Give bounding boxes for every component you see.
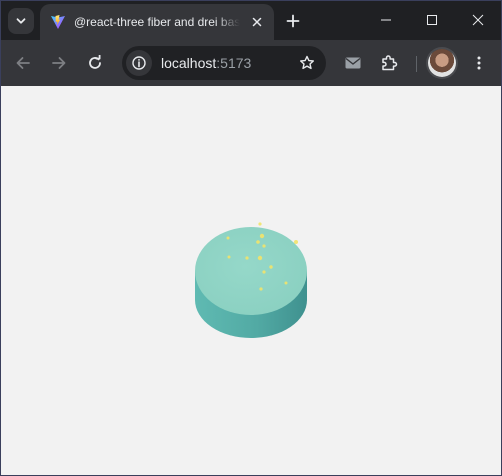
page-viewport[interactable] <box>0 86 502 476</box>
sparkle <box>258 222 262 226</box>
sparkle <box>245 256 249 260</box>
toolbar-divider <box>416 56 417 72</box>
three-canvas[interactable] <box>0 86 502 476</box>
reload-icon <box>89 55 101 69</box>
sparkle <box>227 255 231 259</box>
close-window-icon <box>472 14 484 26</box>
reload-button[interactable] <box>82 50 108 76</box>
maximize-button[interactable] <box>409 0 455 40</box>
profile-avatar[interactable] <box>428 49 456 77</box>
close-tab-button[interactable] <box>250 15 264 29</box>
arrow-right-icon <box>52 57 66 69</box>
url-host: localhost <box>161 55 217 71</box>
sparkle <box>256 240 260 244</box>
url-text: localhost:5173 <box>161 55 251 71</box>
info-icon <box>132 56 146 70</box>
plus-icon <box>286 14 300 28</box>
chevron-down-icon <box>16 18 26 24</box>
extensions-button[interactable] <box>376 50 402 76</box>
sparkle <box>259 287 263 291</box>
arrow-left-icon <box>16 57 30 69</box>
bookmark-button[interactable] <box>298 54 316 72</box>
kebab-menu-icon <box>477 56 481 70</box>
url-port: :5173 <box>216 55 252 71</box>
sparkle <box>262 244 266 248</box>
sparkle <box>259 233 265 239</box>
minimize-icon <box>381 19 391 21</box>
toolbar: localhost:5173 <box>0 40 502 86</box>
sparkle <box>269 265 273 269</box>
browser-menu-button[interactable] <box>466 50 492 76</box>
close-window-button[interactable] <box>455 0 501 40</box>
active-tab[interactable]: @react-three fiber and drei basics <box>40 4 274 40</box>
mail-icon <box>345 57 361 69</box>
new-tab-button[interactable] <box>280 8 306 34</box>
sparkle <box>262 270 266 274</box>
tab-title: @react-three fiber and drei basics <box>74 15 240 29</box>
puzzle-icon <box>382 55 398 71</box>
mail-extension-button[interactable] <box>340 50 366 76</box>
sparkle <box>226 236 230 240</box>
site-info-button[interactable] <box>126 50 152 76</box>
sparkle <box>284 281 288 285</box>
back-button[interactable] <box>10 50 36 76</box>
tab-search-button[interactable] <box>8 8 34 34</box>
minimize-button[interactable] <box>363 0 409 40</box>
cylinder-top <box>195 227 307 315</box>
address-bar[interactable]: localhost:5173 <box>122 46 326 80</box>
title-bar: @react-three fiber and drei basics <box>0 0 502 40</box>
star-icon <box>300 55 314 70</box>
sparkle <box>294 240 298 244</box>
sparkle <box>257 255 263 261</box>
forward-button[interactable] <box>46 50 72 76</box>
close-icon <box>252 17 262 27</box>
maximize-icon <box>427 15 437 25</box>
vite-icon <box>51 15 65 29</box>
